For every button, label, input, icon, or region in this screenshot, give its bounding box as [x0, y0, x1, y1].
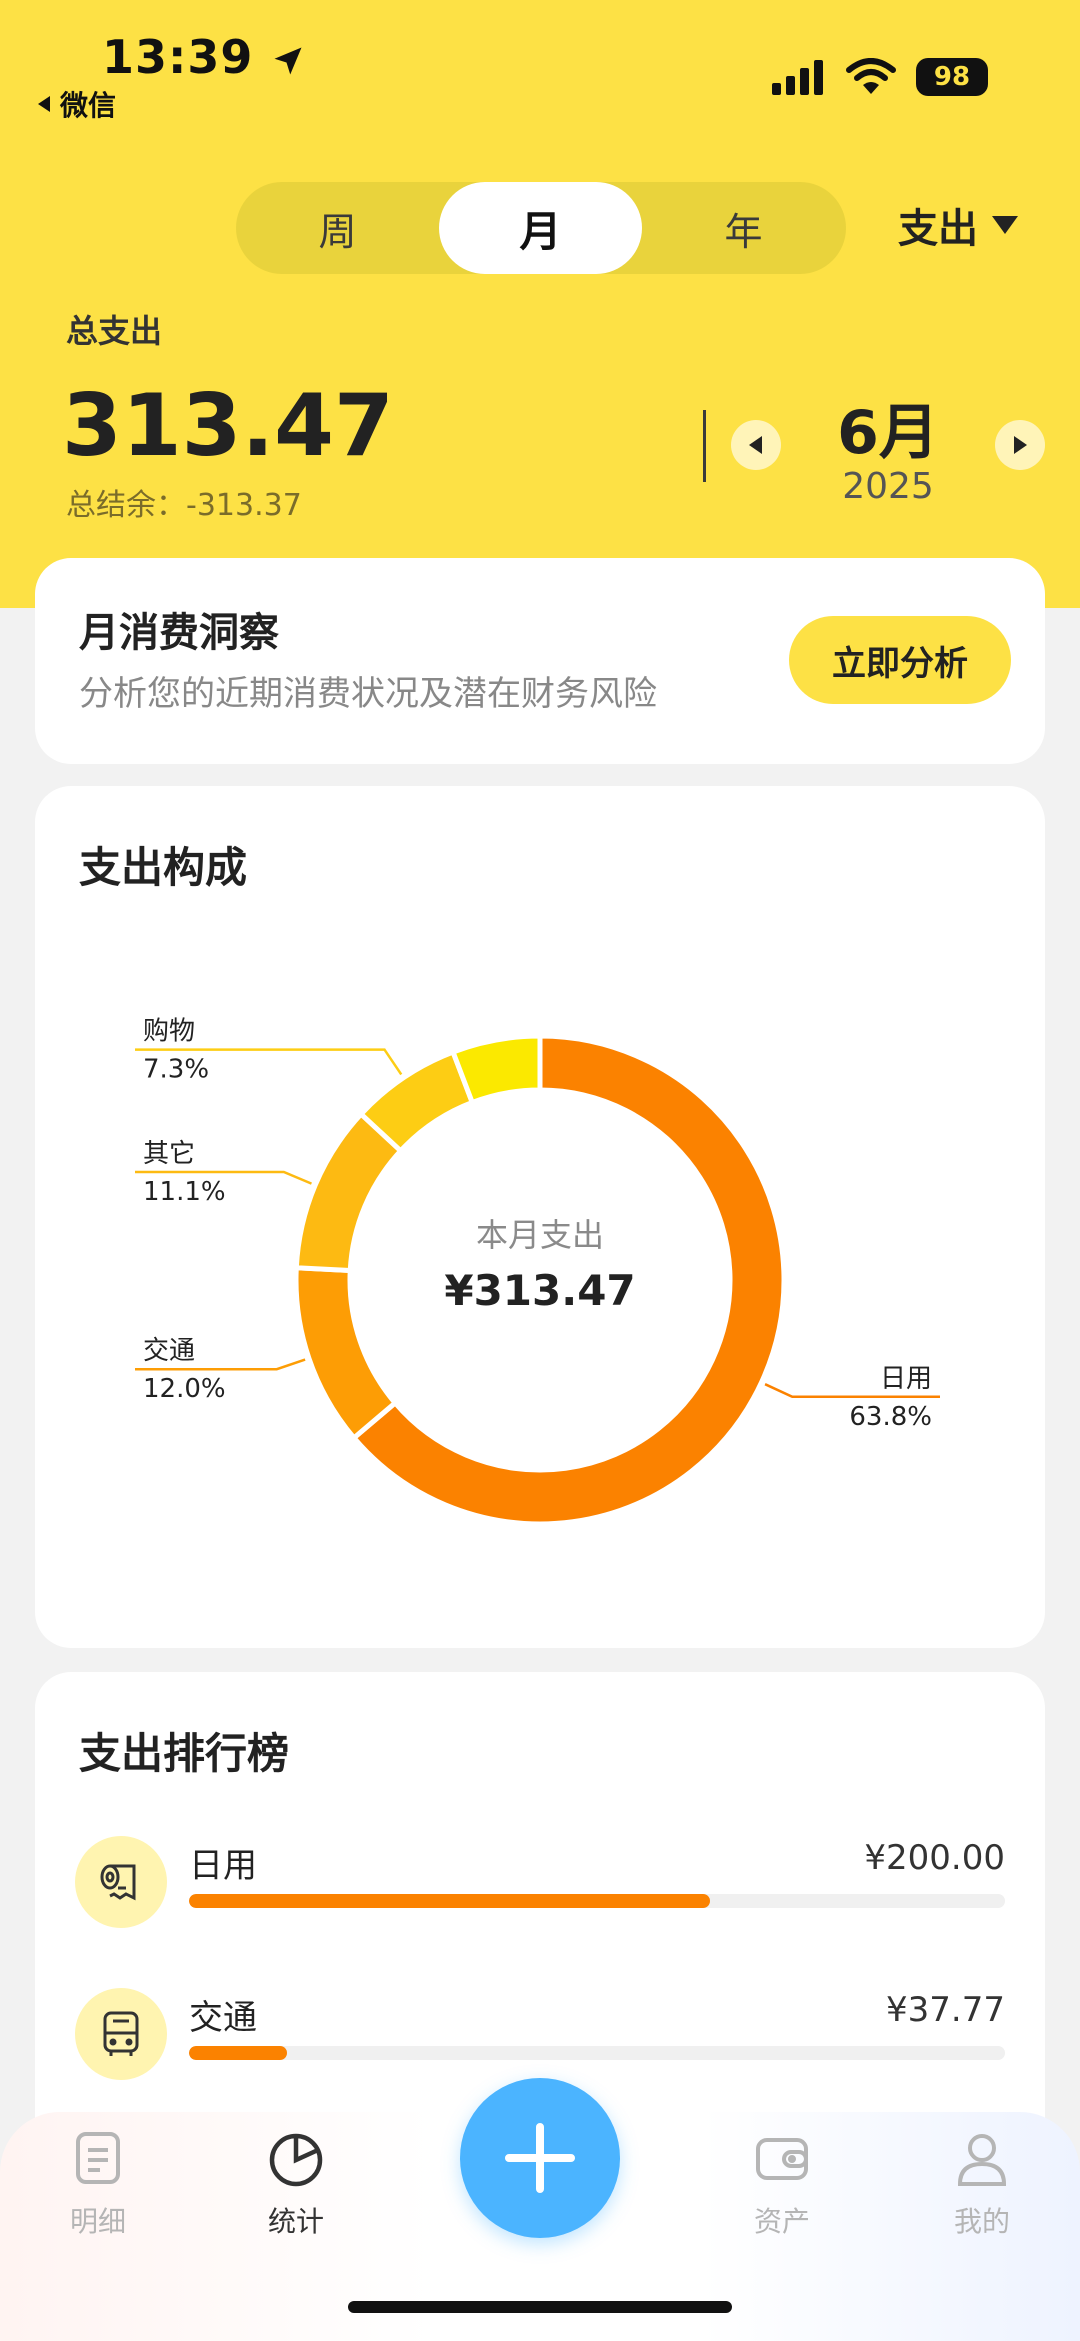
tab-assets[interactable]: 资产 [712, 2128, 852, 2240]
next-month-button[interactable] [995, 420, 1045, 470]
caret-down-icon [992, 216, 1018, 234]
donut-category-label: 其它 [143, 1139, 195, 1169]
total-value: 313.47 [62, 376, 394, 476]
ranking-amount: ¥37.77 [886, 1990, 1005, 2030]
list-icon [76, 2132, 120, 2184]
divider [703, 410, 706, 482]
donut-center-value: ¥313.47 [444, 1266, 635, 1315]
toilet-paper-icon [75, 1836, 167, 1928]
tab-year-label: 年 [724, 209, 763, 254]
ranking-bar-fill [189, 1894, 710, 1908]
donut-category-label: 交通 [143, 1336, 195, 1366]
tab-week[interactable]: 周 [236, 182, 439, 274]
back-triangle-icon [38, 96, 50, 112]
tab-year[interactable]: 年 [642, 182, 845, 274]
insight-description: 分析您的近期消费状况及潜在财务风险 [79, 674, 657, 714]
back-app-label: 微信 [60, 89, 117, 122]
wallet-icon [756, 2138, 808, 2180]
period-segment: 周 月 年 [236, 182, 846, 274]
tab-detail-label: 明细 [69, 2205, 126, 2238]
ranking-name: 日用 [189, 1846, 257, 1886]
plus-icon [505, 2123, 575, 2193]
wifi-icon [846, 58, 896, 94]
expense-donut-chart: 日用 63.8% 交通 12.0% 其它 11.1% 购物 7.3% 本月支出 ¥313.47 [135, 1017, 940, 1527]
tab-detail[interactable]: 明细 [28, 2128, 168, 2240]
tab-assets-label: 资产 [753, 2205, 810, 2238]
donut-category-label: 购物 [143, 1017, 195, 1047]
status-indicators: 98 [772, 58, 988, 96]
tab-month-label: 月 [519, 206, 562, 256]
signal-icon [772, 60, 823, 95]
composition-card: 支出构成 日用 63.8% 交通 12.0% 其它 11.1% 购物 7.3% 本月支出 ¥3… [35, 786, 1045, 1648]
tab-stats-label: 统计 [267, 2205, 324, 2238]
tab-profile-label: 我的 [953, 2205, 1010, 2238]
ranking-name: 交通 [189, 1998, 257, 2038]
tab-profile[interactable]: 我的 [912, 2128, 1052, 2240]
status-time: 13:39 [102, 30, 306, 84]
person-icon [957, 2134, 1007, 2186]
donut-percent-label: 7.3% [143, 1055, 209, 1085]
prev-month-button[interactable] [731, 420, 781, 470]
donut-percent-label: 63.8% [849, 1402, 932, 1432]
type-select[interactable]: 支出 [898, 196, 1020, 254]
ranking-bar-track [189, 2046, 1005, 2060]
year-label: 2025 [842, 466, 934, 507]
status-time-text: 13:39 [102, 30, 254, 84]
ranking-bar-fill [189, 2046, 287, 2060]
location-arrow-icon [274, 47, 302, 74]
bus-icon [75, 1988, 167, 2080]
ranking-amount: ¥200.00 [864, 1838, 1005, 1878]
analyze-button[interactable]: 立即分析 [789, 616, 1011, 704]
type-select-label: 支出 [898, 206, 978, 252]
insight-title: 月消费洞察 [79, 610, 279, 656]
ranking-title: 支出排行榜 [79, 1729, 290, 1778]
month-label: 6月 [837, 398, 939, 468]
ranking-bar-track [189, 1894, 1005, 1908]
donut-percent-label: 11.1% [143, 1177, 226, 1207]
ranking-item[interactable]: 日用 ¥200.00 [75, 1836, 1005, 1936]
balance-text: 总结余：-313.37 [66, 488, 302, 523]
triangle-right-icon [1014, 436, 1027, 454]
donut-slice [449, 1033, 543, 1106]
donut-percent-label: 12.0% [143, 1374, 226, 1404]
donut-category-label: 日用 [880, 1364, 932, 1394]
tab-month[interactable]: 月 [439, 182, 642, 274]
tab-stats[interactable]: 统计 [226, 2128, 366, 2240]
pie-chart-icon [269, 2133, 323, 2187]
home-indicator [348, 2301, 732, 2313]
ranking-item[interactable]: 交通 ¥37.77 [75, 1988, 1005, 2088]
stats-page: 13:39 微信 98 周 月 年 支出 总支出 313.47 总结余：-313… [0, 0, 1080, 2341]
donut-slice [293, 1265, 399, 1442]
battery-indicator: 98 [916, 58, 988, 96]
back-to-app[interactable]: 微信 [34, 84, 116, 124]
total-label: 总支出 [66, 312, 163, 350]
add-record-button[interactable] [460, 2078, 620, 2238]
tab-week-label: 周 [318, 209, 357, 254]
battery-level: 98 [933, 62, 971, 92]
insight-card: 月消费洞察 分析您的近期消费状况及潜在财务风险 立即分析 [35, 558, 1045, 764]
donut-center-label: 本月支出 [476, 1216, 604, 1254]
triangle-left-icon [749, 436, 762, 454]
